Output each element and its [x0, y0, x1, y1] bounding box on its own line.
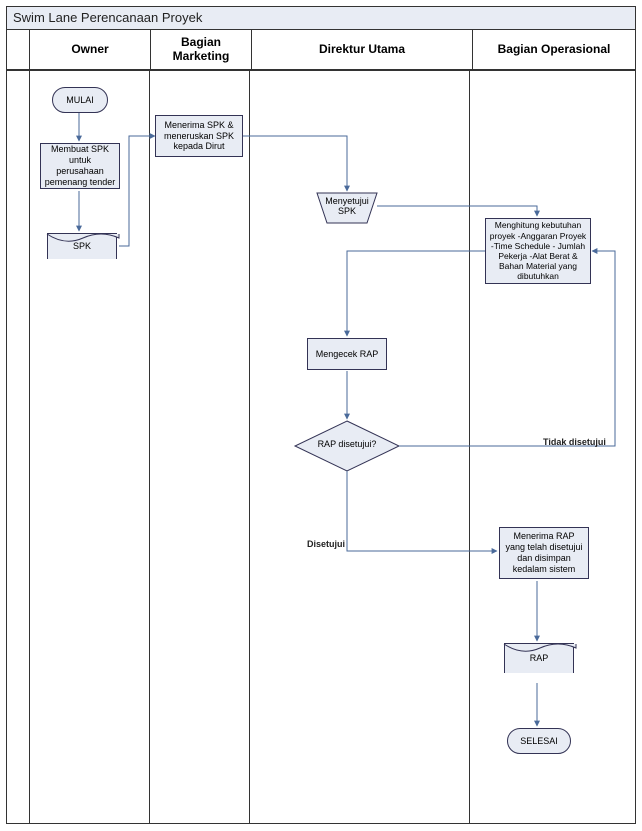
header-stub [7, 29, 30, 69]
lane-header-operasional: Bagian Operasional [473, 29, 635, 69]
lane-header-direktur: Direktur Utama [252, 29, 473, 69]
menerima-rap-node: Menerima RAP yang telah disetujui dan di… [499, 527, 589, 579]
lane-header-marketing: Bagian Marketing [151, 29, 252, 69]
menyetujui-spk-label: Menyetujui SPK [319, 197, 375, 217]
end-node: SELESAI [507, 728, 571, 754]
spk-document-node: SPK [47, 233, 117, 259]
membuat-spk-node: Membuat SPK untuk perusahaan pemenang te… [40, 143, 120, 189]
lane-headers: Owner Bagian Marketing Direktur Utama Ba… [7, 29, 635, 71]
rap-document-node: RAP [504, 643, 574, 673]
decision-label: RAP disetujui? [313, 439, 381, 449]
menerima-spk-node: Menerima SPK & meneruskan SPK kepada Dir… [155, 115, 243, 157]
start-node: MULAI [52, 87, 108, 113]
diagram-title: Swim Lane Perencanaan Proyek [7, 7, 635, 30]
edge-disetujui-label: Disetujui [307, 539, 345, 549]
menghitung-node: Menghitung kebutuhan proyek -Anggaran Pr… [485, 218, 591, 284]
diagram-frame: Swim Lane Perencanaan Proyek Owner Bagia… [6, 6, 636, 824]
swimlane-diagram: Swim Lane Perencanaan Proyek Owner Bagia… [0, 0, 642, 830]
mengecek-rap-node: Mengecek RAP [307, 338, 387, 370]
edge-tidak-disetujui-label: Tidak disetujui [543, 437, 606, 447]
lane-header-owner: Owner [30, 29, 151, 69]
lane-body: MULAI Membuat SPK untuk perusahaan pemen… [7, 71, 635, 823]
